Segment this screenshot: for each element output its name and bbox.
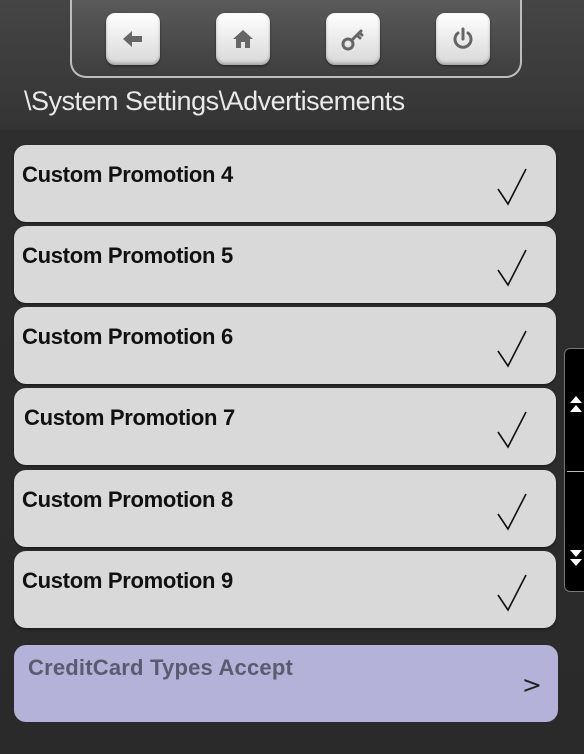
list-item[interactable]: Custom Promotion 7: [14, 388, 556, 465]
scroll-panel: [564, 348, 584, 592]
breadcrumb: \System Settings\Advertisements: [24, 86, 405, 116]
checkmark-icon: [497, 330, 527, 368]
list-item[interactable]: Custom Promotion 8: [14, 470, 556, 547]
power-icon: [453, 27, 473, 49]
scroll-down-button[interactable]: [567, 541, 584, 571]
navigation-bar: [70, 0, 522, 78]
home-icon: [233, 30, 253, 48]
list-item[interactable]: Custom Promotion 4: [14, 145, 556, 222]
checkmark-icon: [497, 493, 527, 531]
checkmark-icon: [497, 249, 527, 287]
list-item[interactable]: Custom Promotion 5: [14, 226, 556, 303]
key-icon: [341, 29, 364, 51]
double-arrow-down-icon: [570, 550, 582, 566]
power-button[interactable]: [436, 13, 490, 65]
list-item-label: Custom Promotion 7: [24, 405, 235, 430]
checkmark-icon: [497, 168, 527, 206]
creditcard-types-label: CreditCard Types Accept: [28, 655, 294, 680]
back-arrow-icon: [123, 31, 142, 47]
chevron-right-icon: >: [521, 671, 542, 699]
checkmark-icon: [497, 574, 527, 612]
home-button[interactable]: [216, 13, 270, 65]
back-button[interactable]: [106, 13, 160, 65]
key-button[interactable]: [326, 13, 380, 65]
double-arrow-up-icon: [570, 396, 582, 412]
list-item-label: Custom Promotion 8: [22, 487, 233, 512]
checkmark-icon: [497, 411, 527, 449]
list-item[interactable]: Custom Promotion 6: [14, 307, 556, 384]
scroll-up-button[interactable]: [567, 391, 584, 421]
scroll-divider: [567, 471, 584, 472]
creditcard-types-item[interactable]: CreditCard Types Accept >: [14, 645, 558, 722]
list-item-label: Custom Promotion 6: [22, 324, 233, 349]
list-item-label: Custom Promotion 4: [22, 162, 233, 187]
list-item-label: Custom Promotion 9: [22, 568, 233, 593]
list-item[interactable]: Custom Promotion 9: [14, 551, 556, 628]
list-item-label: Custom Promotion 5: [22, 243, 233, 268]
